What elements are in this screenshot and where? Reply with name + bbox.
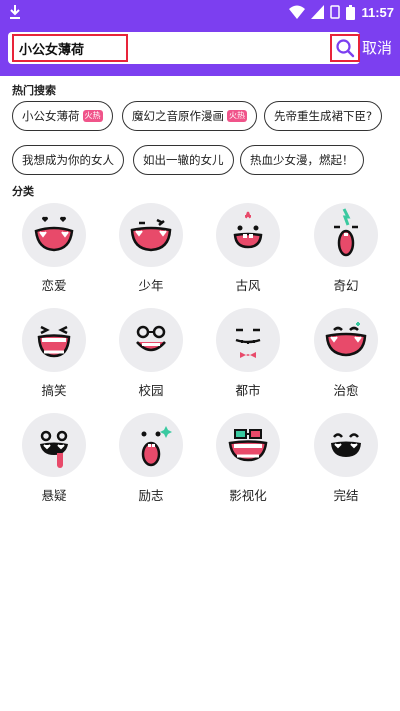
cancel-button[interactable]: 取消 [362,37,392,58]
chip-label: 小公女薄荷 [22,109,80,123]
category-campus[interactable]: 校园 [116,308,186,399]
category-label: 影视化 [229,488,267,503]
love-face-icon [22,203,86,267]
category-label: 校园 [138,383,164,398]
status-bar: 11:57 [0,0,400,24]
category-mystery[interactable]: 悬疑 [19,413,89,504]
category-comedy[interactable]: 搞笑 [19,308,89,399]
category-label: 完结 [333,488,359,503]
category-label: 古风 [235,278,261,293]
download-icon [10,5,20,19]
hot-search-chip[interactable]: 小公女薄荷 火热 [12,101,113,131]
status-time: 11:57 [361,4,394,20]
hot-search-chip[interactable]: 魔幻之音原作漫画 火热 [122,101,257,131]
completed-face-icon [314,413,378,477]
sim-icon [330,5,341,19]
category-title: 分类 [12,185,34,198]
hot-search-chip[interactable]: 我想成为你的女人 [12,145,124,175]
inspirational-face-icon [119,413,183,477]
category-fantasy[interactable]: 奇幻 [311,203,381,294]
category-label: 治愈 [333,383,359,398]
category-urban[interactable]: 都市 [213,308,283,399]
search-button[interactable] [330,34,360,62]
ancient-face-icon [216,203,280,267]
category-label: 励志 [138,488,164,503]
campus-face-icon [119,308,183,372]
funny-face-icon [22,308,86,372]
hot-badge: 火热 [82,110,103,122]
category-healing[interactable]: 治愈 [311,308,381,399]
mystery-face-icon [22,413,86,477]
chip-label: 热血少女漫，燃起！ [250,153,354,167]
category-label: 搞笑 [41,383,67,398]
hot-search-chip[interactable]: 热血少女漫，燃起！ [240,145,364,175]
category-romance[interactable]: 恋爱 [19,203,89,294]
urban-face-icon [216,308,280,372]
search-bar: 取消 [0,30,400,66]
chip-label: 魔幻之音原作漫画 [132,109,224,123]
chip-label: 如出一辙的女儿 [143,153,224,167]
adaptation-face-icon [216,413,280,477]
hot-search-chip[interactable]: 先帝重生成裙下臣? [264,101,383,131]
category-label: 奇幻 [333,278,359,293]
search-box [8,32,360,64]
hot-badge: 火热 [227,110,247,122]
hot-search-chip[interactable]: 如出一辙的女儿 [133,145,234,175]
category-label: 悬疑 [41,488,67,503]
healing-face-icon [314,308,378,372]
category-ancient[interactable]: 古风 [213,203,283,294]
fantasy-face-icon [314,203,378,267]
category-label: 都市 [235,383,261,398]
hot-search-title: 热门搜索 [12,84,56,97]
youth-face-icon [119,203,183,267]
chip-label: 我想成为你的女人 [22,153,114,167]
search-input[interactable] [12,34,128,62]
category-completed[interactable]: 完结 [311,413,381,504]
category-label: 少年 [138,278,164,293]
battery-icon [346,4,356,20]
chip-label: 先帝重生成裙下臣? [274,109,373,123]
category-label: 恋爱 [41,278,67,293]
app-header: 11:57 取消 [0,0,400,76]
signal-icon [311,5,325,19]
category-youth[interactable]: 少年 [116,203,186,294]
category-inspirational[interactable]: 励志 [116,413,186,504]
wifi-icon [289,5,306,19]
category-adaptation[interactable]: 影视化 [213,413,283,504]
search-icon [336,39,355,58]
